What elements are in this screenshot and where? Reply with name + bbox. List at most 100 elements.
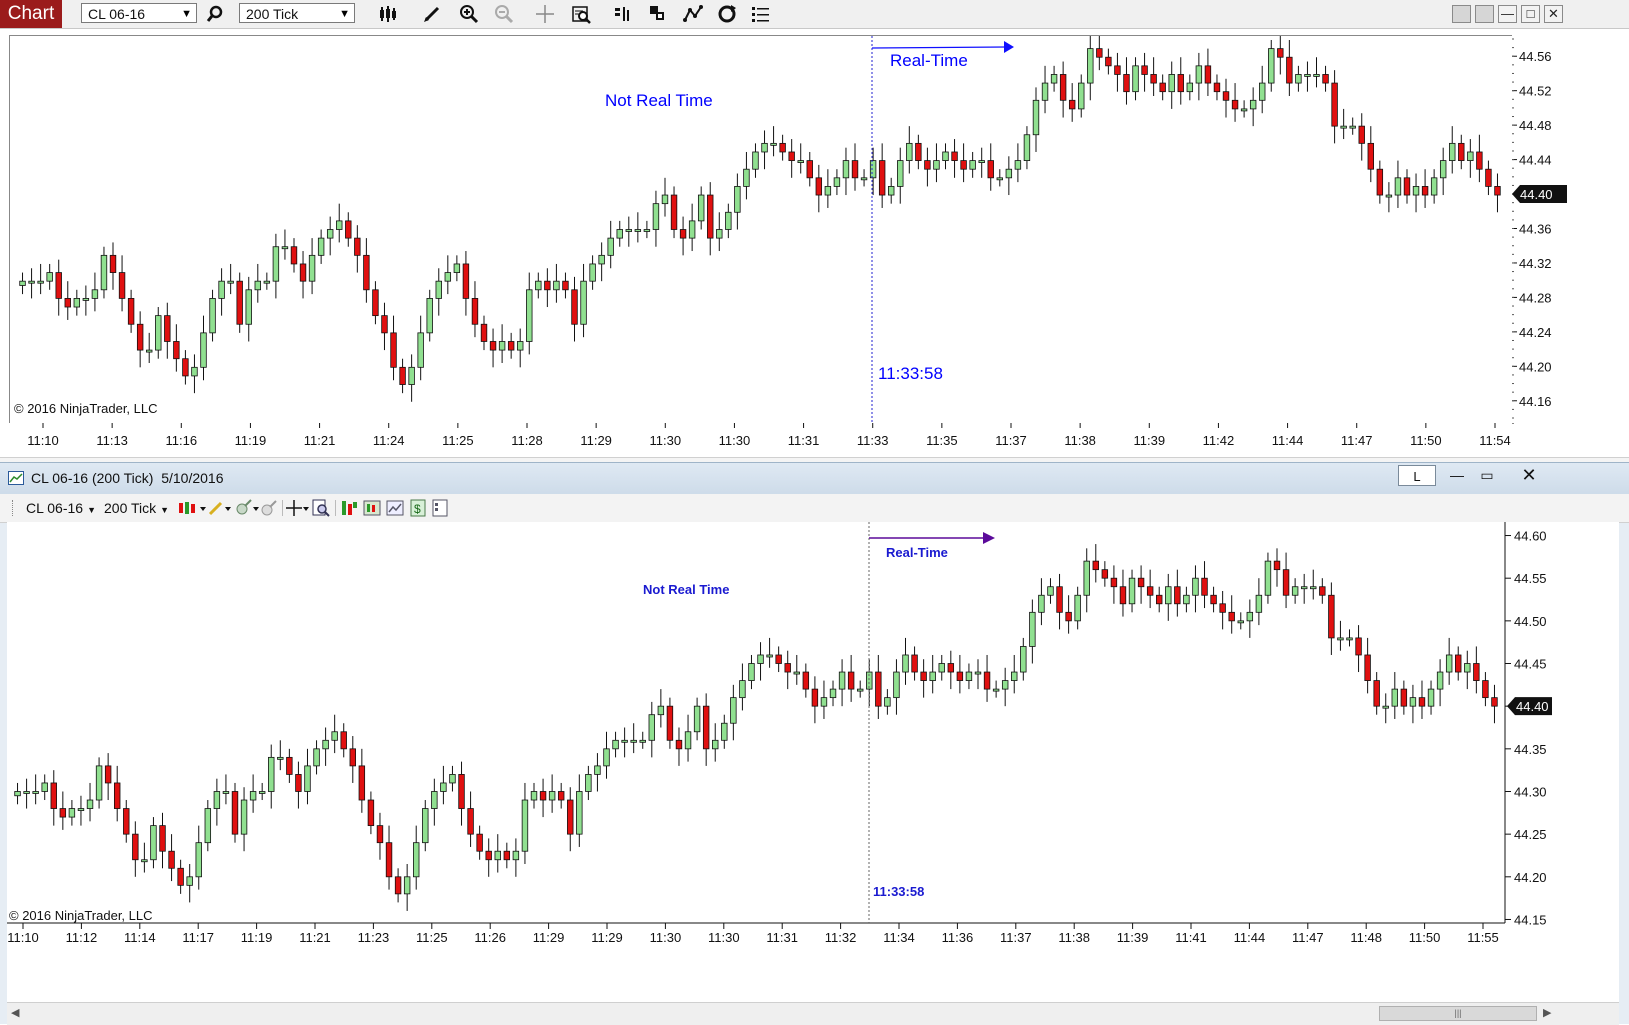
maximize-button[interactable]: □ [1521,5,1540,23]
interval-selector[interactable]: 200 Tick ▼ [104,494,169,524]
data-box-icon[interactable] [312,499,330,522]
candle-body [625,229,632,232]
instrument-selector[interactable]: CL 06-16 ▼ [81,3,197,23]
chart-tab[interactable]: Chart [0,0,62,28]
window-group-button[interactable] [1475,5,1494,23]
candle-body [730,697,737,724]
candle-body [313,748,320,767]
time-tick-label: 11:36 [942,930,974,945]
strategy-icon[interactable] [681,2,705,26]
candle-body [209,298,216,334]
strategy-icon[interactable] [260,499,278,522]
candle-body [716,229,723,239]
top-toolbar: Chart CL 06-16 ▼ 200 Tick ▼ — □ ✕ [0,0,1629,29]
link-button[interactable]: L [1398,465,1436,486]
candle-body [390,332,397,368]
add-indicator-icon[interactable] [236,499,260,522]
candle-body [345,220,352,239]
candle-body [969,160,976,170]
time-tick-label: 11:41 [1175,930,1207,945]
candle-body [1322,74,1329,84]
time-tick-label: 11:30 [708,930,740,945]
order-icon[interactable] [611,2,635,26]
current-price-label: 44.40 [1520,187,1553,202]
price-tick-label: 44.32 [1519,256,1552,271]
candle-body [109,254,117,273]
candle-body [1482,680,1489,699]
candle-body [376,825,384,844]
candle-body [1092,560,1099,571]
bar-type-icon[interactable] [377,2,401,26]
candle-body [775,654,782,664]
candle-body [1011,671,1018,681]
reload-icon[interactable] [715,2,739,26]
top-price-axis[interactable]: 44.56 44.52 44.48 44.44 44.40 44.36 44.32 44.28… [1512,35,1629,423]
maximize-button[interactable]: ▭ [1473,465,1501,486]
candle-body [911,654,918,673]
candle-body [920,671,927,681]
bar-type-icon[interactable] [178,500,206,521]
candle-body [757,654,764,664]
order-icon[interactable] [340,499,358,522]
top-time-axis[interactable]: 11:10 11:13 11:16 11:19 11:21 11:24 11:25 11:28… [9,423,1512,457]
pencil-icon[interactable] [208,500,232,521]
time-tick-label: 11:23 [358,930,390,945]
candle-body [702,705,710,750]
candle-body [1047,586,1054,596]
window-tile-button[interactable] [1452,5,1471,23]
screenshot-icon[interactable] [386,499,404,522]
candle-body [517,341,524,351]
candle-body [277,756,284,760]
list-icon[interactable] [749,2,773,26]
candle-body [539,791,547,801]
candle-body [150,825,157,861]
price-tick-label: 44.20 [1519,359,1552,374]
candle-body [697,194,705,222]
candle-body [1029,611,1036,647]
window-title: CL 06-16 (200 Tick) 5/10/2016 [31,470,224,486]
horizontal-scrollbar[interactable]: ◀ ||| ▶ [7,1002,1619,1025]
dollar-icon[interactable]: $ [409,499,427,522]
time-tick-label: 11:19 [235,433,267,448]
bottom-price-chart[interactable]: 44.60 44.55 44.50 44.45 44.40 44.35 44.30 44.25… [7,522,1619,1002]
top-chart-panel[interactable]: Not Real Time Real-Time 11:33:58 © 2016 … [9,31,1514,424]
instrument-selector[interactable]: CL 06-16 ▼ [26,494,96,524]
candle-body [607,237,614,256]
properties-icon[interactable] [646,2,670,26]
current-price-label: 44.40 [1516,699,1549,714]
candle-body [77,808,85,811]
close-button[interactable]: ✕ [1511,463,1547,487]
scrollbar-thumb[interactable]: ||| [1379,1006,1537,1021]
candle-body [1156,594,1163,605]
zoom-in-icon[interactable] [457,2,481,26]
scroll-left-icon[interactable]: ◀ [11,1006,19,1019]
candle-body [983,671,991,690]
time-tick-label: 11:16 [165,433,197,448]
candle-body [1464,663,1471,673]
minimize-button[interactable]: — [1498,5,1517,23]
properties-icon[interactable] [431,499,449,522]
candle-body [743,168,750,187]
search-icon[interactable] [203,2,227,26]
candle-body [1114,65,1121,75]
scroll-right-icon[interactable]: ▶ [1543,1006,1551,1019]
candle-body [41,782,48,792]
close-button[interactable]: ✕ [1544,5,1563,23]
candle-body [974,671,982,675]
minimize-button[interactable]: — [1443,465,1471,486]
interval-selector[interactable]: 200 Tick ▼ [239,3,355,23]
time-tick-label: 11:13 [96,433,128,448]
candle-body [634,229,642,232]
pencil-icon[interactable] [420,2,444,26]
candle-body [1485,168,1492,187]
candle-body [806,160,813,179]
top-price-chart[interactable] [10,31,1513,423]
candle-body [336,220,343,230]
bottom-chart-panel[interactable]: 44.60 44.55 44.50 44.45 44.40 44.35 44.30 44.25… [7,522,1619,1002]
time-tick-label: 11:30 [719,433,751,448]
candle-body [603,748,610,767]
crosshair-icon[interactable] [533,2,557,26]
zoom-out-icon[interactable] [492,2,516,26]
chart-trader-icon[interactable] [363,499,381,522]
data-box-icon[interactable] [569,2,593,26]
